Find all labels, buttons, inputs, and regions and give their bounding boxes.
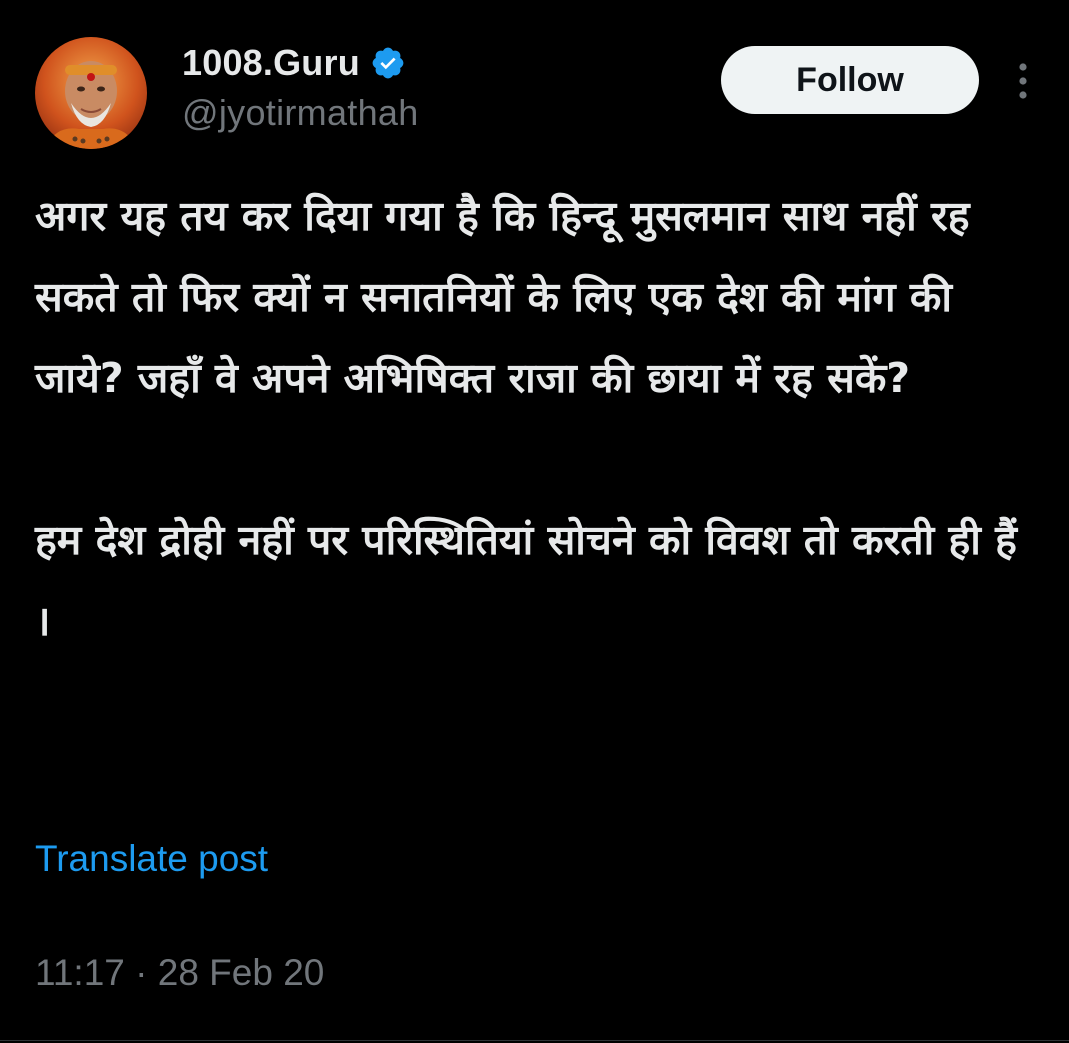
- tweet-paragraph-1: अगर यह तय कर दिया गया है कि हिन्दू मुसलम…: [35, 192, 984, 402]
- verified-badge-icon[interactable]: [370, 45, 406, 81]
- tweet: 1008.Guru @jyotirmathah Follow अगर यह तय…: [0, 0, 1069, 1043]
- post-time[interactable]: 11:17: [35, 952, 125, 993]
- divider: [0, 1040, 1069, 1041]
- meta-separator: ·: [135, 952, 148, 993]
- tweet-paragraph-2: हम देश द्रोही नहीं पर परिस्थितियां सोचने…: [35, 516, 1032, 645]
- author-name-row: 1008.Guru: [182, 40, 406, 86]
- translate-post-link[interactable]: Translate post: [35, 838, 268, 880]
- avatar-image: [35, 37, 147, 149]
- avatar[interactable]: [35, 37, 147, 149]
- timestamp-row: 11:17 · 28 Feb 20: [35, 952, 324, 994]
- tweet-text: अगर यह तय कर दिया गया है कि हिन्दू मुसलम…: [35, 176, 1025, 662]
- more-vertical-icon[interactable]: [1010, 58, 1036, 104]
- user-handle[interactable]: @jyotirmathah: [182, 92, 419, 134]
- display-name[interactable]: 1008.Guru: [182, 42, 360, 84]
- follow-button[interactable]: Follow: [721, 46, 979, 114]
- post-date[interactable]: 28 Feb 20: [158, 952, 325, 993]
